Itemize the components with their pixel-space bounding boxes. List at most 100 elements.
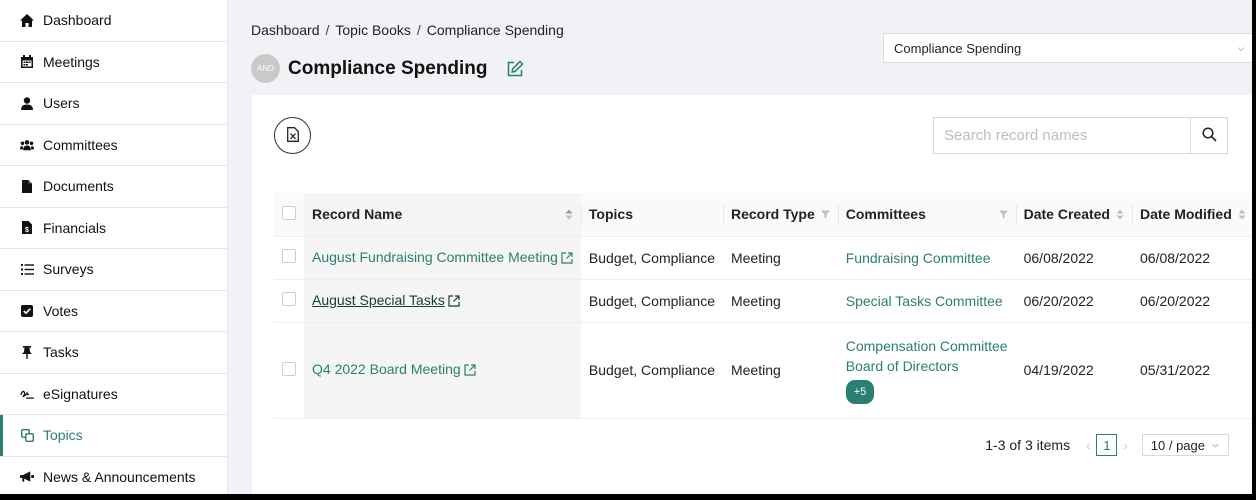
next-page-icon[interactable]: › — [1123, 438, 1127, 453]
column-header-committees[interactable]: Committees — [837, 193, 1016, 237]
megaphone-icon — [20, 470, 34, 484]
list-icon — [20, 262, 34, 276]
sort-icon[interactable] — [1116, 209, 1124, 220]
sort-icon[interactable] — [565, 209, 573, 220]
column-label: Record Type — [730, 206, 815, 223]
excel-file-icon — [286, 126, 299, 145]
topic-select[interactable]: Compliance Spending — [883, 33, 1252, 63]
sidebar-item-votes[interactable]: Votes — [0, 291, 227, 332]
page-button[interactable]: 1 — [1096, 434, 1118, 456]
sidebar-item-dashboard[interactable]: Dashboard — [0, 0, 227, 42]
table-row: August Special Tasks Budget, Compliance … — [274, 279, 1252, 323]
sidebar-item-financials[interactable]: $ Financials — [0, 208, 227, 249]
column-header-topics: Topics — [580, 193, 723, 237]
sort-icon[interactable] — [1238, 209, 1246, 220]
sidebar-item-label: Topics — [43, 427, 83, 444]
page-size-select[interactable]: 10 / page — [1141, 434, 1229, 456]
records-panel: Record Name Topics Record Type Committee… — [252, 95, 1252, 494]
record-name-link[interactable]: August Special Tasks — [312, 292, 445, 308]
sidebar-item-label: Votes — [43, 302, 79, 319]
breadcrumb-separator: / — [416, 22, 421, 38]
column-label: Record Name — [312, 206, 403, 223]
user-icon — [20, 96, 34, 110]
export-excel-button[interactable] — [274, 117, 311, 154]
sidebar-item-label: Committees — [43, 136, 118, 153]
external-link-icon[interactable] — [464, 363, 476, 379]
financial-document-icon: $ — [20, 221, 34, 235]
sidebar-item-tasks[interactable]: Tasks — [0, 332, 227, 374]
select-all-checkbox[interactable] — [282, 205, 296, 220]
sidebar-item-news-announcements[interactable]: News & Announcements — [0, 457, 227, 495]
committee-link[interactable]: Special Tasks Committee — [846, 293, 1003, 309]
column-header-record-name[interactable]: Record Name — [304, 193, 581, 237]
sidebar-item-topics[interactable]: Topics — [0, 415, 227, 457]
breadcrumb-topic-books[interactable]: Topic Books — [335, 22, 410, 38]
app-frame: Dashboard Meetings Users Committees Docu… — [0, 0, 1252, 494]
title-row: AND Compliance Spending — [251, 54, 524, 83]
sidebar-item-meetings[interactable]: Meetings — [0, 42, 227, 83]
record-name-cell: August Special Tasks — [304, 279, 581, 323]
sidebar-item-label: Tasks — [43, 344, 79, 361]
signature-icon — [20, 387, 34, 401]
search-icon — [1201, 126, 1217, 145]
column-divider — [1015, 205, 1017, 224]
row-select-cell — [274, 322, 304, 419]
column-header-date-created[interactable]: Date Created — [1015, 193, 1132, 237]
topics-cell: Budget, Compliance — [580, 279, 723, 323]
row-select-cell — [274, 236, 304, 280]
page-header: Dashboard / Topic Books / Compliance Spendin… — [229, 0, 1252, 95]
committee-link[interactable]: Compensation Committee — [846, 336, 1008, 356]
search-input[interactable] — [934, 118, 1190, 153]
sidebar-item-label: Users — [43, 95, 80, 112]
sidebar-item-documents[interactable]: Documents — [0, 166, 227, 208]
sidebar-item-label: Surveys — [43, 261, 94, 278]
column-header-date-modified[interactable]: Date Modified — [1131, 193, 1252, 237]
table-header-row: Record Name Topics Record Type Committee… — [274, 193, 1252, 237]
home-icon — [20, 13, 34, 27]
records-table: Record Name Topics Record Type Committee… — [274, 193, 1252, 419]
check-square-icon — [20, 304, 34, 318]
sidebar-item-users[interactable]: Users — [0, 83, 227, 125]
breadcrumb-dashboard[interactable]: Dashboard — [251, 22, 320, 38]
sidebar-item-committees[interactable]: Committees — [0, 125, 227, 166]
filter-icon[interactable] — [820, 210, 830, 219]
date-created-cell: 06/20/2022 — [1015, 279, 1132, 323]
column-header-record-type[interactable]: Record Type — [722, 193, 838, 237]
edit-icon[interactable] — [506, 59, 524, 78]
document-icon — [20, 179, 34, 193]
sidebar-item-surveys[interactable]: Surveys — [0, 249, 227, 291]
sidebar-item-label: Financials — [43, 219, 107, 236]
external-link-icon[interactable] — [561, 251, 573, 267]
row-checkbox[interactable] — [282, 361, 296, 376]
sidebar-item-label: News & Announcements — [43, 468, 196, 485]
chevron-down-icon — [1211, 438, 1220, 453]
column-label: Committees — [845, 206, 926, 223]
column-label: Date Modified — [1139, 206, 1232, 223]
row-checkbox[interactable] — [282, 249, 296, 263]
date-modified-cell: 06/08/2022 — [1131, 236, 1252, 280]
pagination-summary: 1-3 of 3 items — [985, 437, 1071, 453]
external-link-icon[interactable] — [448, 294, 460, 310]
topics-cell: Budget, Compliance — [580, 236, 723, 280]
more-committees-badge[interactable]: +5 — [845, 380, 875, 404]
breadcrumb: Dashboard / Topic Books / Compliance Spendin… — [251, 22, 564, 38]
row-checkbox[interactable] — [282, 292, 296, 306]
sidebar-item-esignatures[interactable]: eSignatures — [0, 374, 227, 415]
table-row: August Fundraising Committee Meeting Bud… — [274, 236, 1252, 280]
committee-link[interactable]: Board of Directors — [846, 356, 1008, 376]
table-row: Q4 2022 Board Meeting Budget, Compliance… — [274, 322, 1252, 419]
committee-link[interactable]: Fundraising Committee — [846, 250, 991, 266]
topics-cell: Budget, Compliance — [580, 322, 723, 419]
previous-page-icon[interactable]: ‹ — [1086, 438, 1090, 453]
record-type-cell: Meeting — [722, 236, 838, 280]
search-button[interactable] — [1190, 118, 1227, 153]
filter-icon[interactable] — [998, 210, 1008, 219]
record-name-link[interactable]: Q4 2022 Board Meeting — [312, 361, 461, 377]
record-name-link[interactable]: August Fundraising Committee Meeting — [312, 249, 558, 265]
page-size-value: 10 / page — [1150, 437, 1205, 453]
row-select-cell — [274, 279, 304, 323]
committees-cell: Special Tasks Committee — [837, 279, 1016, 323]
breadcrumb-current: Compliance Spending — [426, 22, 564, 38]
sidebar-item-label: eSignatures — [43, 385, 118, 402]
committee-list: Compensation Committee Board of Director… — [845, 336, 1008, 404]
